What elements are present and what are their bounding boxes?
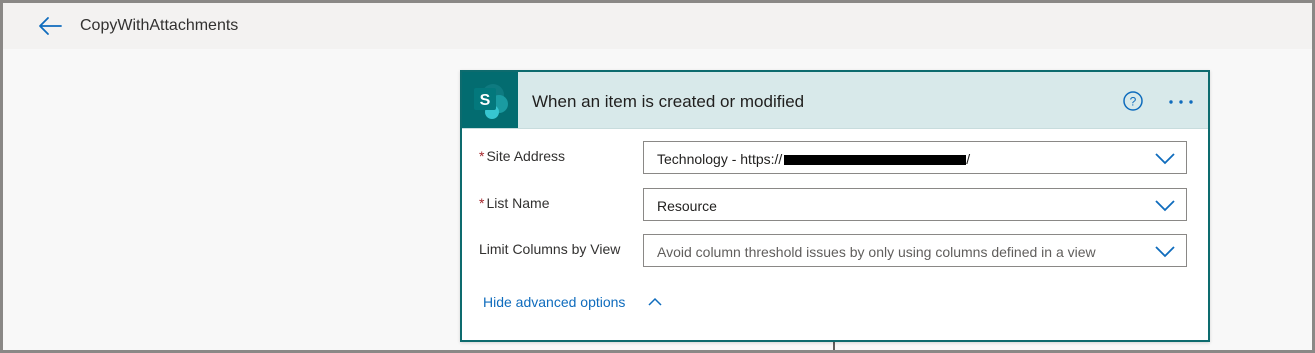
required-marker: * bbox=[479, 148, 485, 164]
flow-title: CopyWithAttachments bbox=[80, 17, 239, 34]
ellipsis-icon bbox=[1169, 100, 1193, 104]
site-address-value: Technology - https:/// bbox=[657, 151, 971, 167]
site-address-label: * Site Address bbox=[479, 148, 566, 164]
trigger-card-header[interactable]: S When an item is created or modified ? bbox=[462, 72, 1208, 129]
trigger-card-title: When an item is created or modified bbox=[532, 92, 805, 111]
chevron-up-icon[interactable] bbox=[647, 297, 663, 307]
help-button[interactable]: ? bbox=[1122, 90, 1144, 112]
trigger-card: S When an item is created or modified ? bbox=[460, 70, 1210, 342]
svg-text:?: ? bbox=[1130, 95, 1137, 109]
arrow-left-icon bbox=[39, 17, 62, 35]
list-name-dropdown[interactable]: Resource bbox=[643, 188, 1187, 221]
list-name-label: * List Name bbox=[479, 195, 550, 211]
sharepoint-icon: S bbox=[462, 72, 518, 128]
list-name-value: Resource bbox=[657, 198, 717, 214]
required-marker: * bbox=[479, 195, 485, 211]
chevron-down-icon bbox=[1155, 246, 1175, 258]
back-button[interactable] bbox=[35, 13, 65, 39]
limit-columns-value: Avoid column threshold issues by only us… bbox=[657, 244, 1096, 260]
site-address-dropdown[interactable]: Technology - https:/// bbox=[643, 141, 1187, 174]
redaction-bar bbox=[784, 155, 967, 165]
hide-advanced-options-link[interactable]: Hide advanced options bbox=[483, 294, 625, 310]
sharepoint-icon-letter: S bbox=[480, 92, 491, 109]
more-options-button[interactable] bbox=[1166, 90, 1196, 112]
limit-columns-label: Limit Columns by View bbox=[479, 241, 621, 257]
chevron-down-icon bbox=[1155, 200, 1175, 212]
chevron-down-icon bbox=[1155, 153, 1175, 165]
limit-columns-dropdown[interactable]: Avoid column threshold issues by only us… bbox=[643, 234, 1187, 267]
flow-editor-window: CopyWithAttachments S When an item is cr… bbox=[0, 0, 1315, 353]
top-bar: CopyWithAttachments bbox=[3, 3, 1312, 49]
question-circle-icon: ? bbox=[1123, 91, 1143, 111]
